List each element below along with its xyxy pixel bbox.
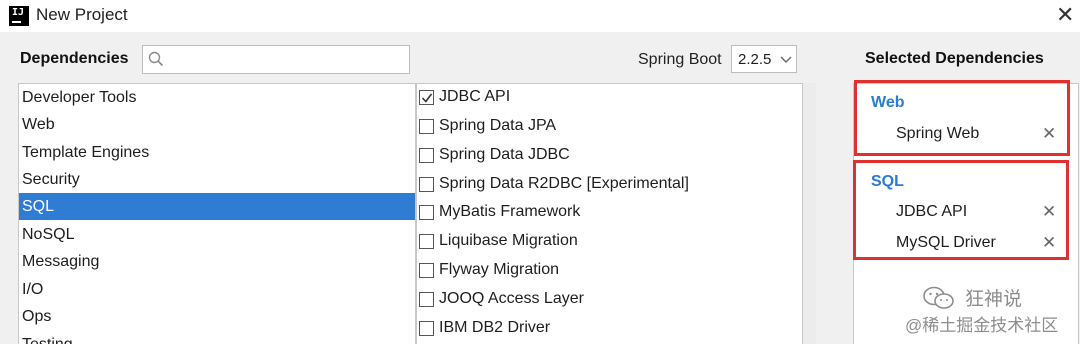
category-item-security[interactable]: Security (19, 166, 415, 193)
category-item-nosql[interactable]: NoSQL (19, 221, 415, 248)
dependency-label: JOOQ Access Layer (439, 290, 584, 307)
dependency-item-jooq-access-layer[interactable]: JOOQ Access Layer (417, 286, 803, 315)
dependency-label: JDBC API (439, 88, 511, 105)
category-item-testing[interactable]: Testing (19, 331, 415, 344)
dependency-item-ibm-db2-driver[interactable]: IBM DB2 Driver (417, 315, 803, 344)
checkbox[interactable] (419, 234, 434, 249)
dependency-item-liquibase-migration[interactable]: Liquibase Migration (417, 228, 803, 257)
checkbox[interactable] (419, 148, 434, 163)
wechat-icon (923, 286, 954, 309)
title-bar: IJ New Project ✕ (0, 0, 1080, 32)
dependencies-label: Dependencies (20, 50, 129, 67)
watermark-site: @稀土掘金技术社区 (905, 316, 1059, 335)
spring-boot-version-value: 2.2.5 (738, 51, 772, 68)
dependency-label: Liquibase Migration (439, 232, 578, 249)
category-list: Developer Tools Web Template Engines Sec… (18, 83, 416, 344)
search-input[interactable] (142, 45, 410, 74)
spring-boot-version-select[interactable]: 2.2.5 (731, 45, 797, 73)
intellij-app-icon: IJ (9, 6, 29, 26)
dependency-label: Spring Data R2DBC [Experimental] (439, 175, 689, 192)
dependency-item-flyway-migration[interactable]: Flyway Migration (417, 257, 803, 286)
dependency-label: Spring Data JDBC (439, 146, 570, 163)
category-item-developer-tools[interactable]: Developer Tools (19, 84, 415, 111)
category-item-messaging[interactable]: Messaging (19, 248, 415, 275)
chevron-down-icon (780, 56, 792, 63)
highlight-box-sql (853, 160, 1069, 260)
watermark-author: 狂神说 (965, 289, 1023, 310)
checkbox[interactable] (419, 292, 434, 307)
close-icon[interactable]: ✕ (1056, 2, 1074, 28)
dependency-item-mybatis-framework[interactable]: MyBatis Framework (417, 199, 803, 228)
checkbox[interactable] (419, 177, 434, 192)
category-item-io[interactable]: I/O (19, 276, 415, 303)
dependency-item-spring-data-r2dbc[interactable]: Spring Data R2DBC [Experimental] (417, 171, 803, 200)
dependency-item-spring-data-jdbc[interactable]: Spring Data JDBC (417, 142, 803, 171)
checkbox[interactable] (419, 90, 434, 105)
category-item-sql[interactable]: SQL (19, 193, 415, 220)
dependency-label: IBM DB2 Driver (439, 319, 551, 336)
checkbox[interactable] (419, 263, 434, 278)
spring-boot-label: Spring Boot (638, 51, 722, 68)
dependency-label: MyBatis Framework (439, 203, 581, 220)
dependency-list: JDBC API Spring Data JPA Spring Data JDB… (417, 83, 803, 344)
checkbox[interactable] (419, 321, 434, 336)
dependency-label: Spring Data JPA (439, 117, 557, 134)
selected-dependencies-label: Selected Dependencies (865, 50, 1044, 67)
dependency-list-scrollbar[interactable] (803, 83, 816, 344)
dependency-item-spring-data-jpa[interactable]: Spring Data JPA (417, 113, 803, 142)
highlight-box-web (854, 80, 1070, 156)
checkbox[interactable] (419, 119, 434, 134)
category-item-ops[interactable]: Ops (19, 303, 415, 330)
checkmark-icon (421, 93, 433, 103)
category-item-template-engines[interactable]: Template Engines (19, 139, 415, 166)
dependency-item-jdbc-api[interactable]: JDBC API (417, 84, 803, 113)
window-title: New Project (36, 5, 128, 24)
category-item-web[interactable]: Web (19, 111, 415, 138)
search-icon (148, 51, 164, 67)
checkbox[interactable] (419, 205, 434, 220)
dependency-label: Flyway Migration (439, 261, 560, 278)
